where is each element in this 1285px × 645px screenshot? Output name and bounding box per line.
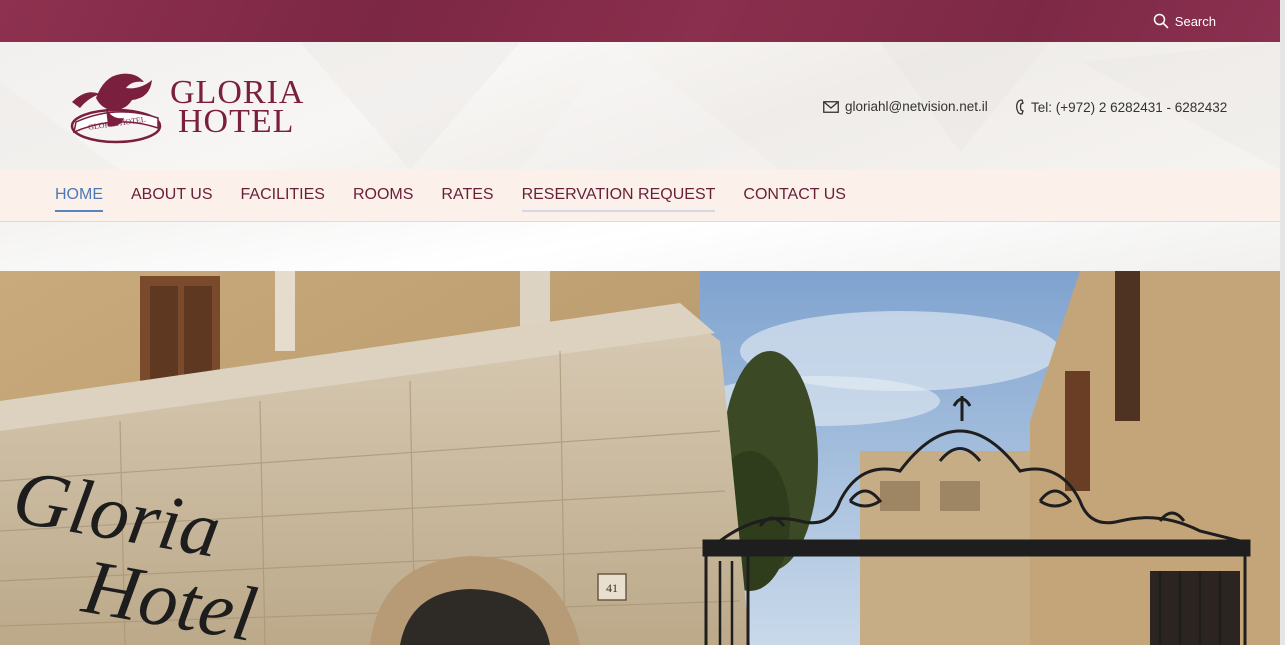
logo-wordmark: GLORIA HOTEL: [170, 76, 304, 140]
search-icon: [1153, 13, 1169, 29]
page-scrollbar[interactable]: [1280, 0, 1285, 645]
contact-email-text: gloriahl@netvision.net.il: [845, 99, 988, 114]
hotel-logo[interactable]: GLORIA HOTEL GLORIA HOTEL: [66, 68, 304, 146]
contact-email[interactable]: gloriahl@netvision.net.il: [823, 99, 988, 114]
site-header: GLORIA HOTEL GLORIA HOTEL gloriahl@netvi…: [0, 42, 1280, 170]
search-label: Search: [1174, 13, 1216, 29]
nav-item-rates[interactable]: RATES: [441, 186, 493, 212]
nav-item-about-us[interactable]: ABOUT US: [131, 186, 213, 212]
contact-phone-text: Tel: (+972) 2 6282431 - 6282432: [1031, 99, 1228, 115]
main-navigation: HOME ABOUT US FACILITIES ROOMS RATES RES…: [0, 170, 1280, 222]
phone-icon: [1016, 99, 1024, 115]
nav-item-reservation-request[interactable]: RESERVATION REQUEST: [521, 186, 716, 212]
search-button[interactable]: Search: [1153, 13, 1216, 29]
house-number: 41: [606, 581, 618, 595]
angel-emblem-icon: GLORIA HOTEL: [70, 73, 162, 144]
logo-line-2: HOTEL: [178, 103, 295, 140]
nav-item-facilities[interactable]: FACILITIES: [241, 186, 325, 212]
nav-item-contact-us[interactable]: CONTACT US: [743, 186, 846, 212]
top-bar: Search: [0, 0, 1280, 42]
envelope-icon: [823, 100, 839, 113]
spacer-band: [0, 222, 1280, 271]
hero-image: 41 Gloria Hotel: [0, 271, 1280, 645]
nav-item-rooms[interactable]: ROOMS: [353, 186, 413, 212]
contact-phone[interactable]: Tel: (+972) 2 6282431 - 6282432: [1015, 99, 1227, 115]
nav-item-home[interactable]: HOME: [55, 186, 103, 212]
